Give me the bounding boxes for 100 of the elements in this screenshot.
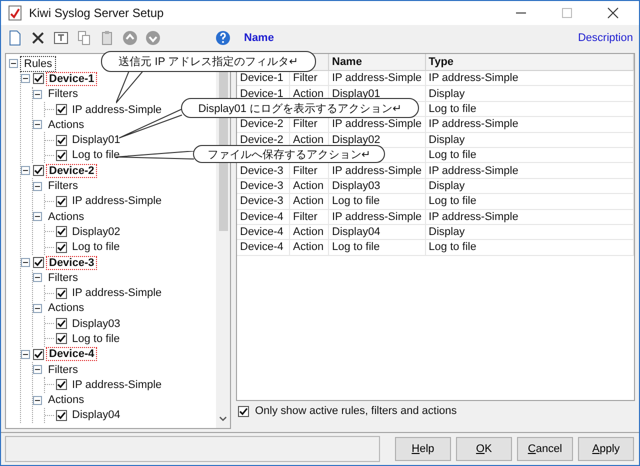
checkbox[interactable] — [33, 73, 44, 84]
table-cell: Log to file — [425, 240, 634, 256]
app-icon — [7, 5, 23, 21]
table-cell: IP address-Simple — [425, 116, 634, 132]
table-cell: Display — [425, 178, 634, 194]
root-label[interactable]: Rules — [21, 56, 56, 71]
entry-label[interactable]: Log to file — [69, 148, 123, 162]
collapse-toggle[interactable] — [33, 182, 42, 191]
checkbox[interactable] — [33, 257, 44, 268]
table-cell: Log to file — [328, 240, 426, 256]
column-header[interactable]: Name — [328, 54, 426, 70]
scroll-down-icon[interactable] — [218, 414, 228, 424]
group-label[interactable]: Filters — [45, 362, 81, 377]
table-cell: IP address-Simple — [425, 209, 634, 224]
checkbox[interactable] — [56, 226, 67, 238]
checkbox[interactable] — [56, 150, 67, 161]
collapse-toggle[interactable] — [21, 74, 30, 84]
rule-label[interactable]: Device-4 — [46, 347, 98, 362]
collapse-toggle[interactable] — [21, 258, 30, 267]
active-only-checkbox[interactable] — [238, 406, 249, 416]
table-cell: Action — [290, 224, 328, 240]
move-down-icon[interactable] — [145, 30, 161, 46]
checkbox[interactable] — [56, 288, 67, 299]
checkbox[interactable] — [56, 104, 67, 116]
rule-label[interactable]: Device-3 — [46, 256, 98, 270]
entry-label[interactable]: Display04 — [69, 408, 124, 422]
table-cell: Action — [290, 240, 328, 256]
checkbox[interactable] — [56, 379, 67, 390]
entry-label[interactable]: Log to file — [69, 332, 123, 346]
collapse-toggle[interactable] — [21, 350, 30, 359]
delete-icon[interactable] — [30, 30, 46, 46]
group-label[interactable]: Filters — [45, 87, 81, 102]
collapse-toggle[interactable] — [33, 304, 42, 313]
collapse-toggle[interactable] — [33, 365, 42, 374]
entry-label[interactable]: Display02 — [69, 224, 124, 239]
collapse-toggle[interactable] — [33, 90, 42, 99]
group-label[interactable]: Filters — [45, 179, 81, 194]
group-label[interactable]: Actions — [45, 393, 88, 408]
entry-label[interactable]: IP address-Simple — [69, 194, 165, 208]
group-label[interactable]: Filters — [45, 270, 81, 285]
entry-label[interactable]: IP address-Simple — [69, 286, 165, 300]
description-heading: Description — [578, 32, 633, 44]
checkbox[interactable] — [33, 165, 44, 176]
copy-icon[interactable] — [76, 30, 92, 46]
collapse-toggle[interactable] — [33, 273, 42, 282]
close-icon[interactable] — [607, 7, 619, 19]
table-cell: Display — [425, 132, 634, 148]
rule-label[interactable]: Device-2 — [46, 164, 98, 178]
table-cell: Log to file — [425, 147, 634, 163]
table-cell: Display03 — [328, 178, 426, 194]
checkbox[interactable] — [56, 242, 67, 253]
group-label[interactable]: Actions — [45, 301, 88, 316]
dialog-button[interactable]: Apply — [578, 437, 634, 461]
checkbox[interactable] — [56, 410, 67, 421]
table-cell: IP address-Simple — [425, 70, 634, 86]
entry-label[interactable]: Log to file — [69, 240, 123, 254]
table-cell: Display — [425, 86, 634, 102]
collapse-toggle[interactable] — [9, 59, 18, 68]
collapse-toggle[interactable] — [33, 120, 42, 130]
collapse-toggle[interactable] — [21, 166, 30, 176]
dialog-button[interactable]: Cancel — [517, 437, 573, 461]
checkbox[interactable] — [56, 196, 67, 207]
checkbox[interactable] — [33, 348, 44, 360]
table-cell: Log to file — [425, 101, 634, 117]
checkbox[interactable] — [56, 318, 67, 330]
table-cell: Device-4 — [237, 240, 290, 256]
callout-tooltip: Display01 にログを表示するアクション↵ — [181, 98, 419, 118]
new-document-icon[interactable] — [7, 30, 23, 46]
dialog-button[interactable]: OK — [456, 437, 512, 461]
table-cell: Device-4 — [237, 224, 290, 240]
entry-label[interactable]: Display03 — [69, 316, 124, 331]
table-cell: IP address-Simple — [328, 70, 426, 86]
table-cell: Device-3 — [237, 194, 290, 210]
checkbox[interactable] — [56, 333, 67, 344]
name-heading: Name — [244, 32, 274, 44]
checkbox[interactable] — [56, 134, 67, 146]
help-icon[interactable] — [215, 30, 231, 46]
callout-tooltip: 送信元 IP アドレス指定のフィルタ↵ — [101, 51, 316, 72]
table-cell: Log to file — [328, 194, 426, 210]
table-cell: Display04 — [328, 224, 426, 240]
callout-tooltip: ファイルへ保存するアクション↵ — [193, 145, 385, 163]
rename-icon[interactable] — [53, 30, 69, 46]
entry-label[interactable]: IP address-Simple — [69, 378, 165, 392]
active-only-label: Only show active rules, filters and actions — [255, 405, 457, 417]
move-up-icon[interactable] — [122, 30, 138, 46]
column-header[interactable]: Type — [425, 54, 634, 70]
rule-label[interactable]: Device-1 — [46, 72, 98, 86]
table-cell: Action — [290, 178, 328, 194]
table-cell: Device-4 — [237, 209, 290, 224]
entry-label[interactable]: Display01 — [69, 133, 124, 148]
table-cell: Display — [425, 224, 634, 240]
collapse-toggle[interactable] — [33, 396, 42, 405]
table-cell: Log to file — [425, 194, 634, 210]
group-label[interactable]: Actions — [45, 210, 88, 224]
table-cell: Action — [290, 194, 328, 210]
entry-label[interactable]: IP address-Simple — [69, 102, 165, 117]
leader-line — [116, 71, 144, 104]
group-label[interactable]: Actions — [45, 118, 88, 132]
collapse-toggle[interactable] — [33, 212, 42, 222]
dialog-button[interactable]: Help — [395, 437, 451, 461]
